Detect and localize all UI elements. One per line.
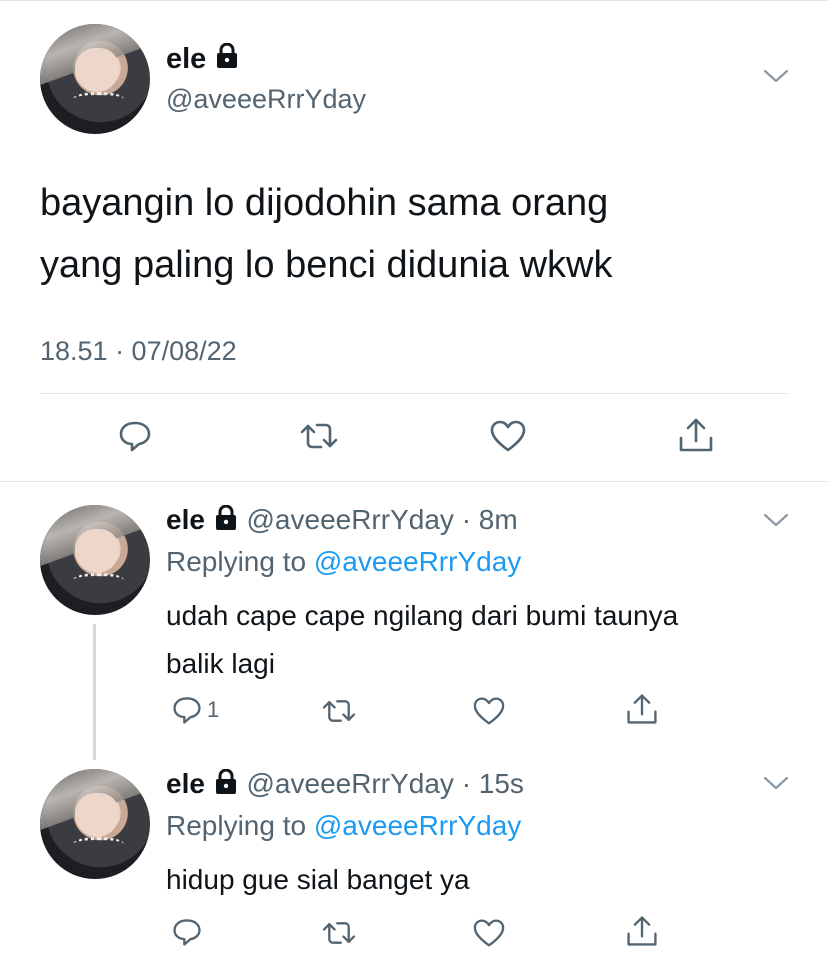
thread-line — [93, 624, 96, 760]
share-button[interactable] — [677, 416, 715, 454]
avatar[interactable] — [40, 769, 150, 879]
retweet-icon — [321, 696, 357, 726]
like-button[interactable] — [489, 419, 527, 453]
lock-icon — [214, 42, 240, 77]
lock-icon — [213, 768, 239, 803]
retweet-button[interactable] — [321, 918, 357, 948]
like-button[interactable] — [472, 918, 506, 948]
top-divider — [0, 0, 828, 1]
heart-icon — [472, 696, 506, 726]
share-icon — [625, 692, 659, 726]
heart-icon — [489, 419, 527, 453]
tweet-timestamp[interactable]: 18.51 · 07/08/22 — [40, 334, 237, 368]
lock-icon — [213, 504, 239, 539]
retweet-icon — [299, 419, 339, 453]
retweet-button[interactable] — [321, 696, 357, 726]
chevron-down-icon[interactable] — [763, 512, 789, 533]
author-handle[interactable]: @aveeeRrrYday — [247, 768, 454, 799]
reply-time[interactable]: · 15s — [462, 768, 524, 799]
retweet-icon — [321, 918, 357, 948]
share-button[interactable] — [625, 692, 659, 726]
author-handle[interactable]: @aveeeRrrYday — [166, 82, 366, 116]
share-icon — [625, 914, 659, 948]
main-author-row: ele — [166, 42, 240, 77]
replying-to: Replying to @aveeeRrrYday — [166, 809, 521, 843]
reply-button[interactable]: 1 — [171, 694, 219, 726]
replying-to-link[interactable]: @aveeeRrrYday — [314, 810, 521, 841]
reply-text-line: hidup gue sial banget ya — [166, 864, 470, 895]
author-name[interactable]: ele — [166, 504, 205, 535]
tweet-text-line: yang paling lo benci didunia wkwk — [40, 244, 613, 286]
section-divider — [0, 481, 828, 482]
reply-text-line: balik lagi — [166, 648, 275, 679]
share-button[interactable] — [625, 914, 659, 948]
reply-icon — [171, 916, 203, 948]
author-name[interactable]: ele — [166, 43, 206, 75]
chevron-down-icon[interactable] — [763, 775, 789, 796]
avatar[interactable] — [40, 505, 150, 615]
tweet-text-line: bayangin lo dijodohin sama orang — [40, 182, 609, 224]
reply-button[interactable] — [171, 916, 203, 948]
tweet-thread: ele @aveeeRrrYday bayangin lo dijodohin … — [0, 0, 828, 965]
chevron-down-icon[interactable] — [763, 68, 789, 89]
share-icon — [677, 416, 715, 454]
action-divider — [40, 393, 788, 394]
author-name[interactable]: ele — [166, 768, 205, 799]
reply-text: hidup gue sial banget ya — [166, 856, 470, 904]
replying-to: Replying to @aveeeRrrYday — [166, 545, 521, 579]
reply-count: 1 — [207, 697, 220, 722]
reply-icon — [171, 694, 203, 726]
reply-author-row: ele @aveeeRrrYday · 8m — [166, 503, 518, 539]
heart-icon — [472, 918, 506, 948]
reply-button[interactable] — [117, 418, 153, 454]
tweet-text: bayangin lo dijodohin sama orang yang pa… — [40, 172, 612, 296]
reply-icon — [117, 418, 153, 454]
avatar[interactable] — [40, 24, 150, 134]
replying-to-label: Replying to — [166, 546, 314, 577]
reply-text: udah cape cape ngilang dari bumi taunya … — [166, 592, 678, 688]
replying-to-label: Replying to — [166, 810, 314, 841]
retweet-button[interactable] — [299, 419, 339, 453]
reply-time[interactable]: · 8m — [462, 504, 518, 535]
reply-text-line: udah cape cape ngilang dari bumi taunya — [166, 600, 679, 631]
replying-to-link[interactable]: @aveeeRrrYday — [314, 546, 521, 577]
author-handle[interactable]: @aveeeRrrYday — [247, 504, 454, 535]
reply-author-row: ele @aveeeRrrYday · 15s — [166, 767, 524, 803]
like-button[interactable] — [472, 696, 506, 726]
